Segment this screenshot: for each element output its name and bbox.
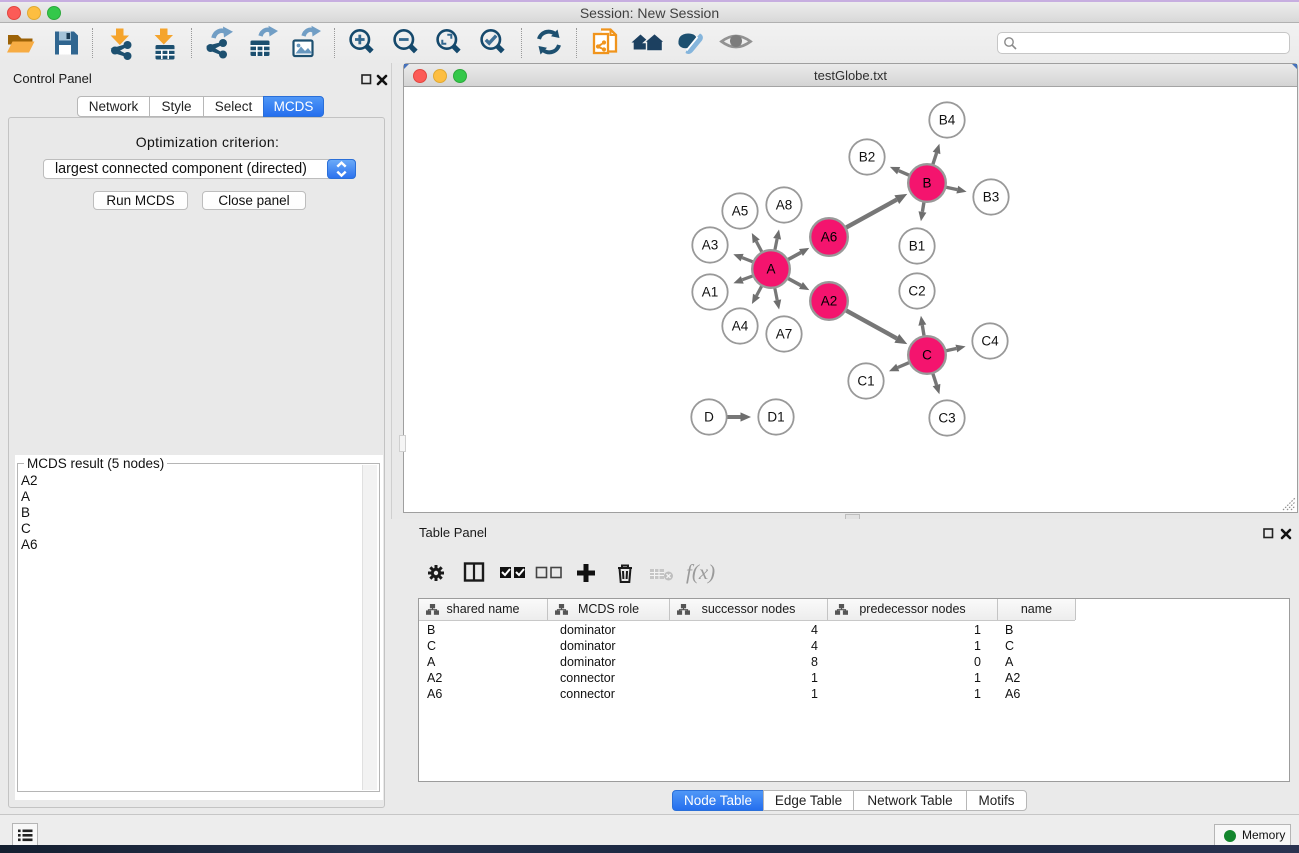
svg-text:B: B (922, 176, 931, 191)
svg-text:A8: A8 (776, 198, 793, 213)
svg-text:D1: D1 (767, 410, 784, 425)
svg-text:A2: A2 (821, 294, 838, 309)
svg-text:A6: A6 (821, 230, 838, 245)
svg-text:B2: B2 (859, 150, 876, 165)
svg-text:A3: A3 (702, 238, 719, 253)
svg-text:B1: B1 (909, 239, 926, 254)
svg-text:A4: A4 (732, 319, 749, 334)
svg-text:A5: A5 (732, 204, 749, 219)
svg-text:A: A (766, 262, 775, 277)
svg-text:C3: C3 (938, 411, 955, 426)
svg-text:B4: B4 (939, 113, 956, 128)
svg-text:C2: C2 (908, 284, 925, 299)
svg-text:C1: C1 (857, 374, 874, 389)
svg-text:D: D (704, 410, 714, 425)
svg-text:B3: B3 (983, 190, 1000, 205)
svg-text:C: C (922, 348, 932, 363)
svg-text:C4: C4 (981, 334, 999, 349)
svg-text:A7: A7 (776, 327, 793, 342)
svg-text:A1: A1 (702, 285, 719, 300)
